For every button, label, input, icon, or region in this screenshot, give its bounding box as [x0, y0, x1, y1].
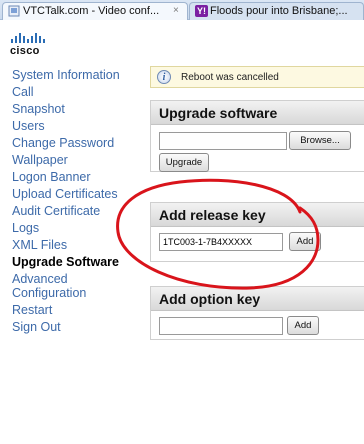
panel-title: Upgrade software	[151, 101, 364, 125]
sidebar-item-logs[interactable]: Logs	[12, 221, 140, 235]
add-release-key-panel: Add release key Add	[150, 202, 364, 262]
sidebar-item-snapshot[interactable]: Snapshot	[12, 102, 140, 116]
page-icon	[8, 5, 20, 17]
sidebar-item-change-password[interactable]: Change Password	[12, 136, 140, 150]
browse-button[interactable]: Browse...	[289, 131, 351, 150]
browser-tab-vtctalk[interactable]: VTCTalk.com - Video conf... ×	[2, 2, 188, 20]
info-icon: i	[157, 70, 171, 84]
sidebar-item-wallpaper[interactable]: Wallpaper	[12, 153, 140, 167]
sidebar-item-system-information[interactable]: System Information	[12, 68, 140, 82]
sidebar-item-logon-banner[interactable]: Logon Banner	[12, 170, 140, 184]
sidebar: System Information Call Snapshot Users C…	[12, 68, 140, 337]
add-option-key-button[interactable]: Add	[287, 316, 319, 335]
notice-text: Reboot was cancelled	[181, 72, 279, 83]
tab-title: VTCTalk.com - Video conf...	[23, 5, 160, 17]
sidebar-item-upgrade-software[interactable]: Upgrade Software	[12, 255, 140, 269]
close-icon[interactable]: ×	[173, 3, 179, 19]
sidebar-item-users[interactable]: Users	[12, 119, 140, 133]
upgrade-button[interactable]: Upgrade	[159, 153, 209, 172]
add-option-key-panel: Add option key Add	[150, 286, 364, 340]
upgrade-file-field[interactable]	[159, 132, 287, 150]
release-key-field[interactable]	[159, 233, 283, 251]
sidebar-item-upload-certificates[interactable]: Upload Certificates	[12, 187, 140, 201]
status-notice: i Reboot was cancelled	[150, 66, 364, 88]
sidebar-item-call[interactable]: Call	[12, 85, 140, 99]
cisco-logo: cisco	[10, 45, 40, 57]
browser-tab-floods[interactable]: Y! Floods pour into Brisbane;...	[189, 2, 364, 20]
add-release-key-button[interactable]: Add	[289, 232, 321, 251]
sidebar-item-restart[interactable]: Restart	[12, 303, 140, 317]
panel-title: Add option key	[151, 287, 364, 311]
panel-title: Add release key	[151, 203, 364, 227]
sidebar-item-audit-certificate[interactable]: Audit Certificate	[12, 204, 140, 218]
sidebar-item-sign-out[interactable]: Sign Out	[12, 320, 140, 334]
option-key-field[interactable]	[159, 317, 283, 335]
sidebar-item-xml-files[interactable]: XML Files	[12, 238, 140, 252]
browser-tab-strip: VTCTalk.com - Video conf... × Y! Floods …	[0, 0, 364, 20]
tab-title: Floods pour into Brisbane;...	[210, 5, 348, 17]
sidebar-item-advanced-configuration[interactable]: Advanced Configuration	[12, 272, 140, 300]
upgrade-software-panel: Upgrade software Browse... Upgrade	[150, 100, 364, 172]
yahoo-icon: Y!	[195, 5, 208, 17]
